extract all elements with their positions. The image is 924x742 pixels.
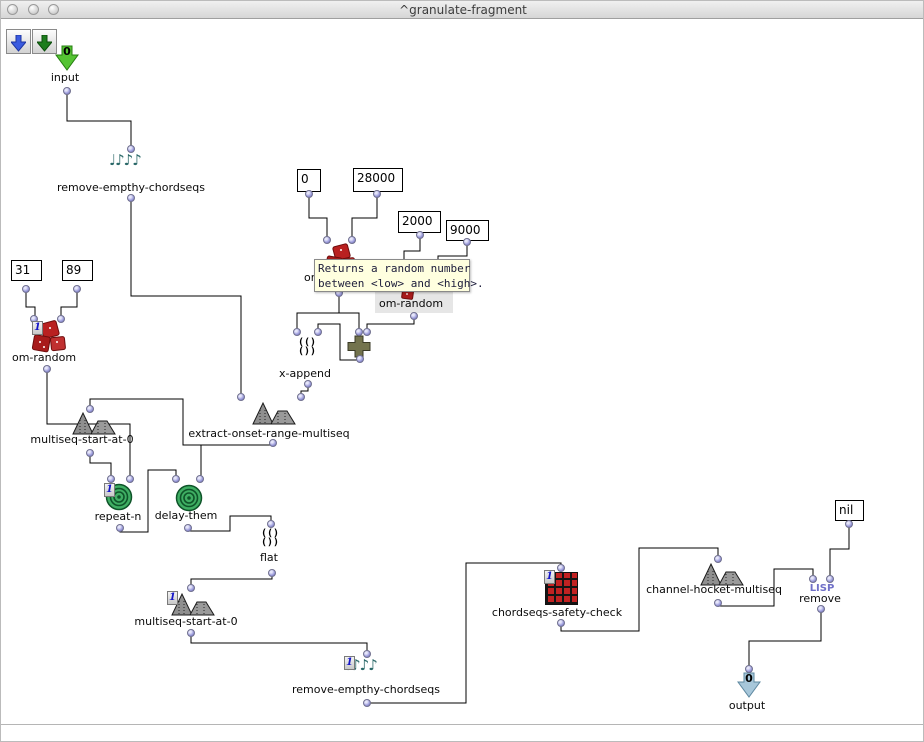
inlet-dot[interactable] [363,650,371,658]
outlet-dot[interactable] [410,312,418,320]
outlet-dot[interactable] [187,629,195,637]
patch-cords-layer [1,1,924,742]
eval-once-badge: 1 [167,591,178,605]
list-icon[interactable]: (() ()) [292,338,322,356]
eval-once-badge: 1 [104,483,115,497]
patch-cord[interactable] [749,610,821,667]
outlet-dot[interactable] [43,365,51,373]
patch-cord[interactable] [90,454,111,478]
outlet-dot[interactable] [116,524,124,532]
outlet-dot[interactable] [86,449,94,457]
patch-cord[interactable] [191,634,367,653]
outlet-dot[interactable] [184,524,192,532]
patch-cord[interactable] [131,199,241,396]
output-badge: 0 [742,672,756,685]
inlet-dot[interactable] [172,475,180,483]
patch-cord[interactable] [309,195,327,239]
inlet-dot[interactable] [237,393,245,401]
inlet-dot[interactable] [363,328,371,336]
outlet-dot[interactable] [373,190,381,198]
inlet-dot[interactable] [297,393,305,401]
outlet-dot[interactable] [63,87,71,95]
outlet-dot[interactable] [22,285,30,293]
eval-once-badge: 1 [344,656,355,670]
inlet-dot[interactable] [714,555,722,563]
outlet-dot[interactable] [557,619,565,627]
inlet-dot[interactable] [267,520,275,528]
inlet-dot[interactable] [57,315,65,323]
multiseq-patch-icon[interactable] [247,400,297,430]
input-badge: 0 [60,45,74,58]
outlet-dot[interactable] [363,699,371,707]
tooltip-line1: Returns a random number [318,261,466,276]
multiseq-patch-icon[interactable] [695,561,745,591]
inlet-dot[interactable] [107,475,115,483]
inlet-dot[interactable] [196,475,204,483]
patch-cord[interactable] [367,317,414,331]
outlet-dot[interactable] [304,380,312,388]
outlet-dot[interactable] [268,569,276,577]
inlet-dot[interactable] [187,584,195,592]
spiral-icon[interactable] [175,484,203,516]
patch-cord[interactable] [339,294,359,331]
outlet-dot[interactable] [714,599,722,607]
eval-once-badge: 1 [32,321,43,335]
list-icon-bottom: ()) [255,538,285,547]
patch-window: ^granulate-fragment 0 input ♩♪♪♪ remove-… [0,0,924,742]
outlet-dot[interactable] [305,190,313,198]
inlet-dot[interactable] [127,145,135,153]
outlet-dot[interactable] [127,194,135,202]
outlet-dot[interactable] [416,231,424,239]
outlet-dot[interactable] [356,355,364,363]
inlet-dot[interactable] [826,575,834,583]
inlet-dot[interactable] [314,328,322,336]
patch-cord[interactable] [67,91,131,148]
inlet-dot[interactable] [355,328,363,336]
outlet-dot[interactable] [463,238,471,246]
inlet-dot[interactable] [86,405,94,413]
outlet-dot[interactable] [73,285,81,293]
patch-cord[interactable] [830,525,849,578]
tooltip-line2: between <low> and <high>. [318,276,466,291]
list-icon[interactable]: (() ()) [255,529,285,547]
patch-cord[interactable] [367,563,561,703]
patch-cord[interactable] [90,399,273,445]
patch-cord[interactable] [61,290,77,318]
inlet-dot[interactable] [323,236,331,244]
patch-cord[interactable] [352,195,377,239]
chordseq-notes-icon[interactable]: ♩♪♪♪ [109,153,141,168]
patch-cord[interactable] [191,574,272,587]
patch-cord[interactable] [201,445,273,478]
inlet-dot[interactable] [809,575,817,583]
outlet-dot[interactable] [269,439,277,447]
inlet-dot[interactable] [126,475,134,483]
inlet-dot[interactable] [557,564,565,572]
multiseq-patch-icon[interactable] [67,410,117,440]
inlet-dot[interactable] [293,328,301,336]
inlet-dot[interactable] [348,236,356,244]
list-icon-bottom: ()) [292,347,322,356]
eval-once-badge: 1 [544,570,555,584]
outlet-dot[interactable] [817,605,825,613]
outlet-dot[interactable] [845,520,853,528]
tooltip: Returns a random number between <low> an… [314,259,470,292]
patch-cord[interactable] [26,290,35,318]
